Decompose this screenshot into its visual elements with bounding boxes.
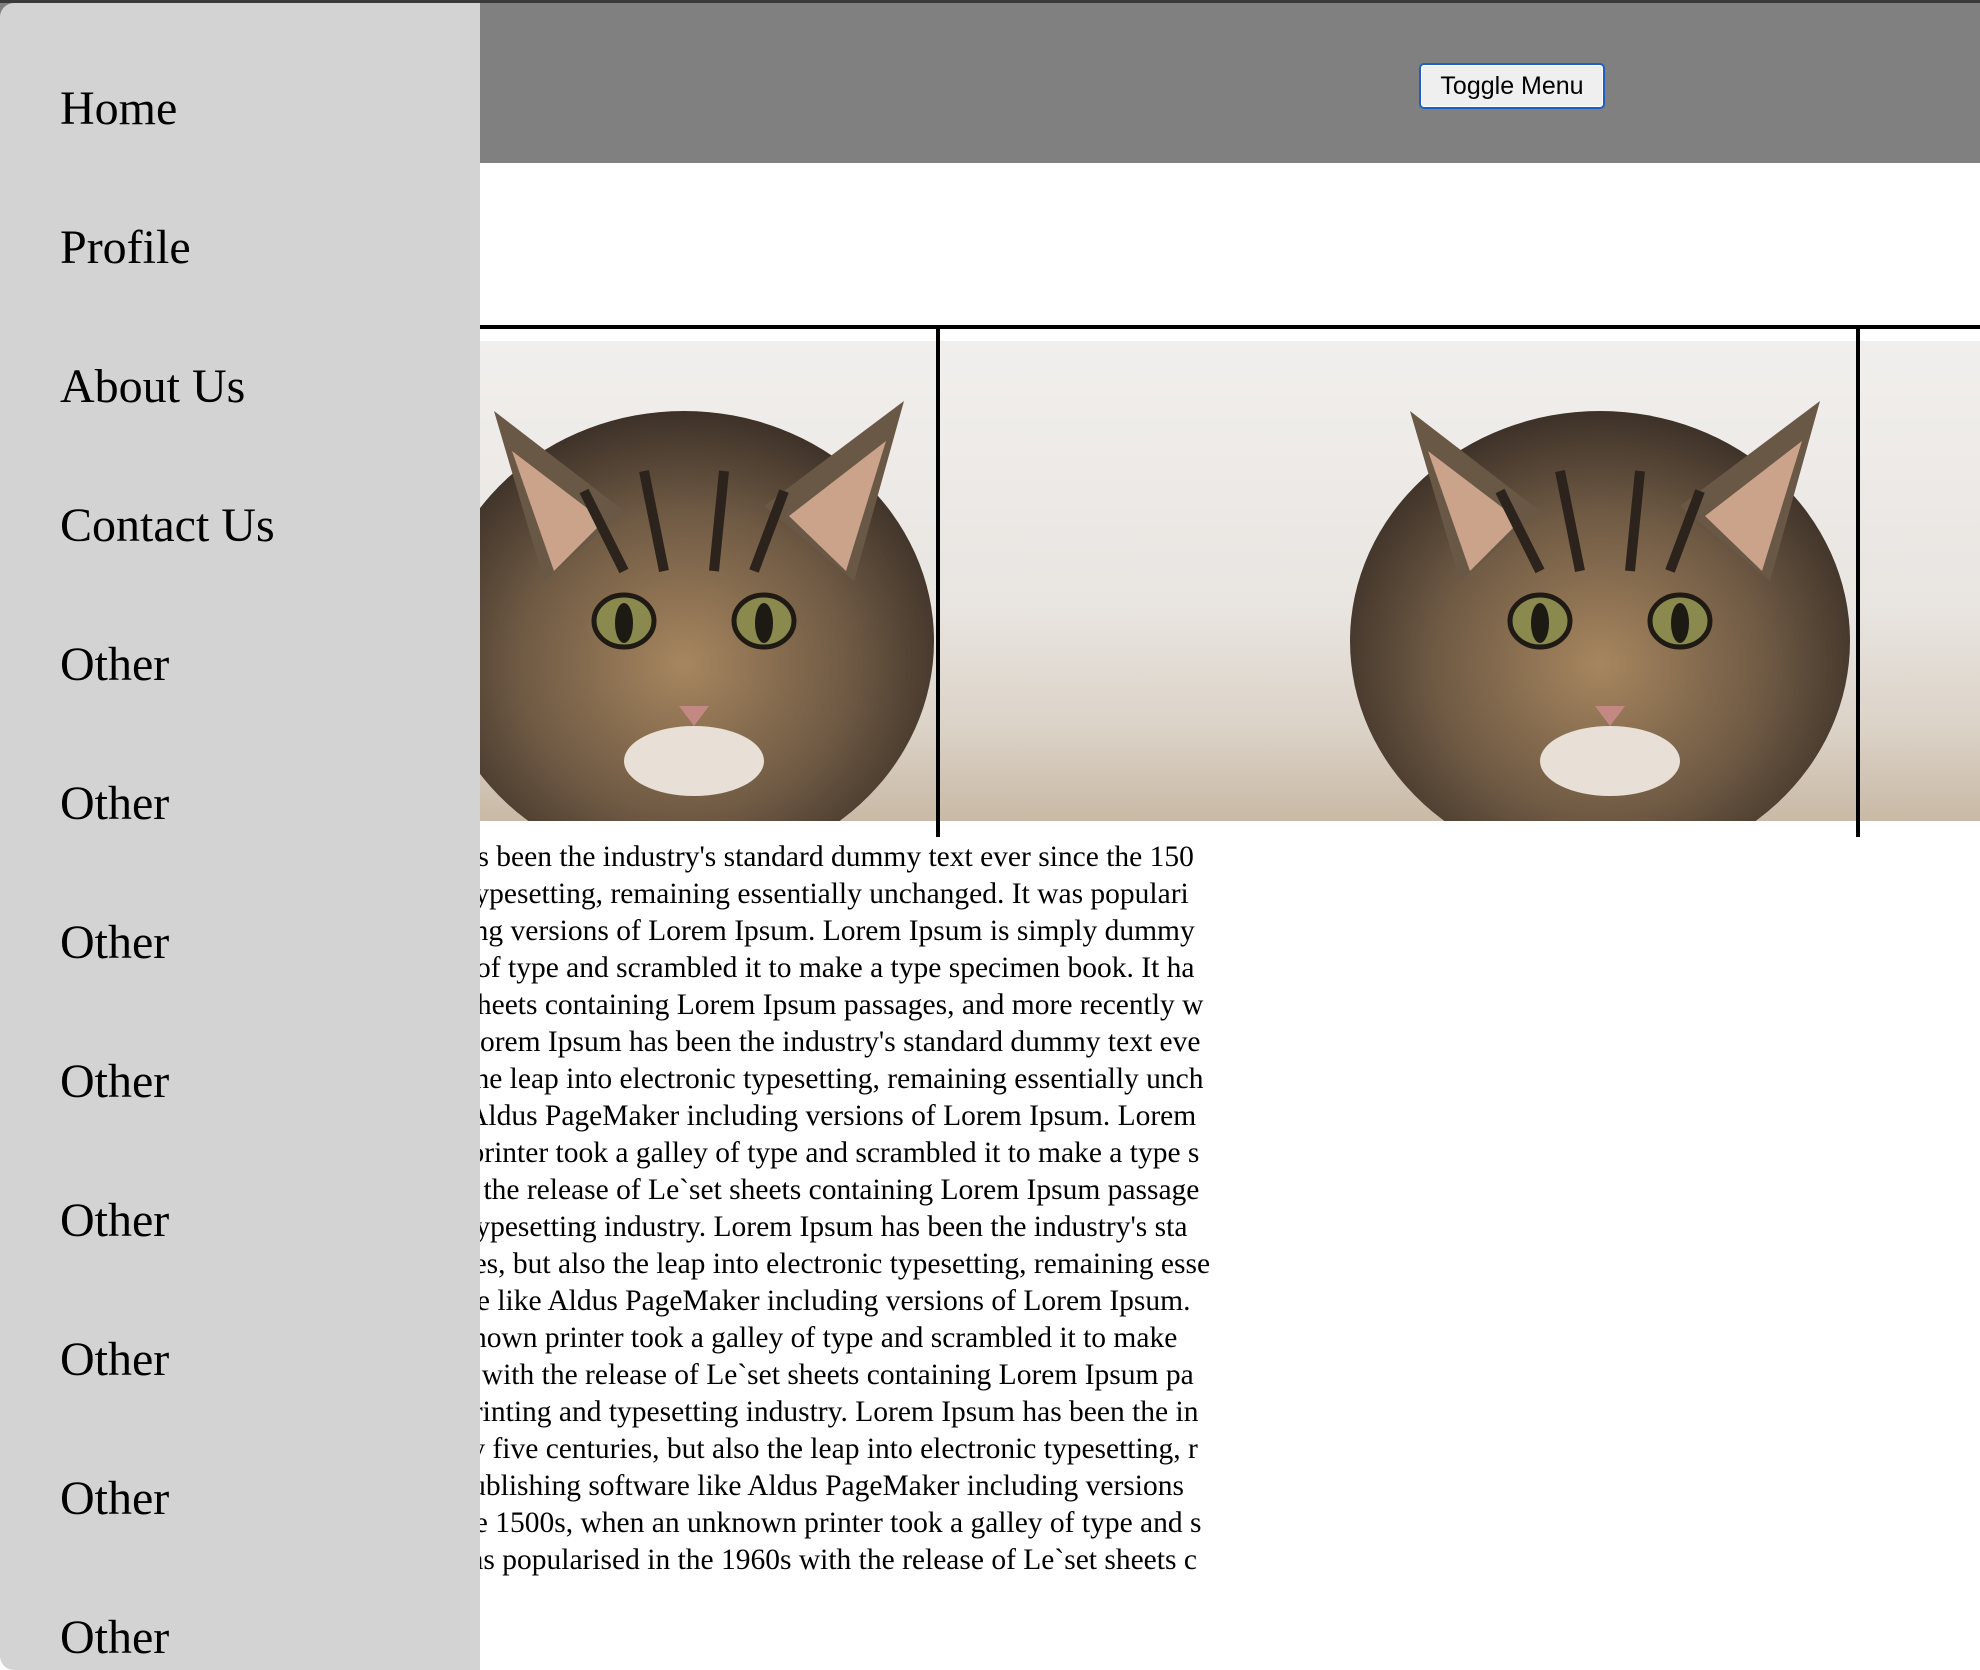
menu-item-other[interactable]: Other [60, 919, 169, 967]
menu-item-about-us[interactable]: About Us [60, 363, 245, 411]
cat-photo [1860, 341, 1980, 821]
menu-item-other[interactable]: Other [60, 1614, 169, 1662]
menu-item-other[interactable]: Other [60, 1475, 169, 1523]
menu-item-home[interactable]: Home [60, 85, 177, 133]
menu-item-other[interactable]: Other [60, 1058, 169, 1106]
browser-viewport: Toggle Menu been the industry's standard… [0, 0, 1980, 1670]
menu-item-other[interactable]: Other [60, 780, 169, 828]
menu-item-other[interactable]: Other [60, 1197, 169, 1245]
menu-item-other[interactable]: Other [60, 1336, 169, 1384]
gallery-frame [936, 329, 1860, 837]
menu-item-contact-us[interactable]: Contact Us [60, 502, 275, 550]
menu-item-other[interactable]: Other [60, 641, 169, 689]
toggle-menu-button[interactable]: Toggle Menu [1419, 63, 1605, 109]
menu-item-profile[interactable]: Profile [60, 224, 191, 272]
cat-photo [940, 341, 1856, 821]
side-drawer-menu: Home Profile About Us Contact Us Other O… [0, 3, 480, 1670]
gallery-frame [1856, 329, 1980, 837]
